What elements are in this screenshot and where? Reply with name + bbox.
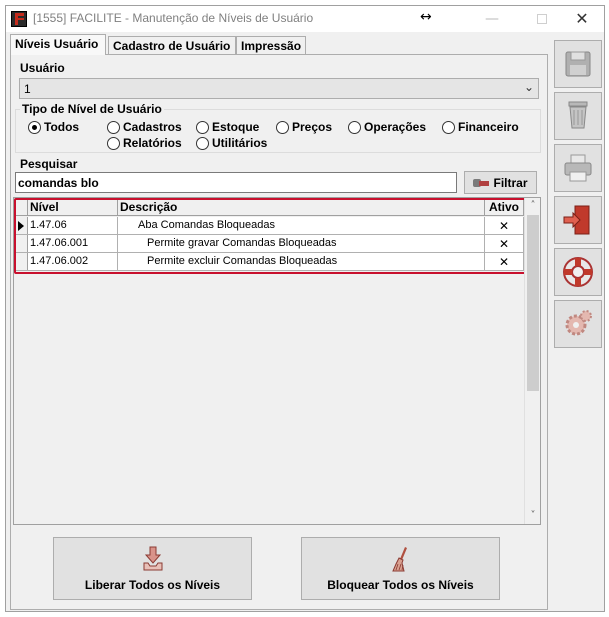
settings-gear-icon bbox=[565, 310, 592, 336]
bloquear-todos-label: Bloquear Todos os Níveis bbox=[327, 578, 474, 592]
right-toolbar bbox=[552, 34, 604, 611]
help-lifebuoy-icon bbox=[563, 257, 593, 287]
niveis-usuario-panel: Usuário 1 ⌄ Tipo de Nível de Usuário Tod… bbox=[10, 54, 548, 610]
current-row-arrow-icon bbox=[18, 221, 24, 231]
row-indicator bbox=[14, 253, 28, 270]
minimize-button[interactable]: — bbox=[482, 10, 502, 28]
radio-operacoes[interactable]: Operações bbox=[348, 120, 426, 134]
radio-label: Preços bbox=[292, 120, 333, 134]
radio-label: Estoque bbox=[212, 120, 260, 134]
radio-label: Operações bbox=[364, 120, 427, 134]
exit-icon bbox=[563, 205, 590, 235]
maximize-icon bbox=[537, 14, 547, 24]
tipo-nivel-group: Tipo de Nível de Usuário Todos Cadastros… bbox=[15, 102, 541, 153]
radio-unchecked-icon bbox=[107, 136, 120, 150]
radio-utilitarios[interactable]: Utilitários bbox=[196, 136, 267, 150]
usuario-selected-value: 1 bbox=[24, 82, 31, 96]
radio-unchecked-icon bbox=[196, 120, 209, 134]
usuario-select[interactable]: 1 ⌄ bbox=[19, 78, 539, 99]
facilite-logo-icon bbox=[11, 11, 27, 27]
pesquisar-input[interactable]: comandas blo bbox=[15, 172, 457, 193]
radio-label: Utilitários bbox=[212, 136, 268, 150]
help-button[interactable] bbox=[554, 248, 602, 296]
column-header-ativo[interactable]: Ativo bbox=[485, 198, 524, 215]
radio-label: Relatórios bbox=[123, 136, 182, 150]
filter-icon bbox=[473, 177, 490, 189]
tab-impressao[interactable]: Impressão bbox=[236, 36, 306, 54]
cell-descricao[interactable]: Aba Comandas Bloqueadas bbox=[118, 217, 485, 234]
scroll-down-icon[interactable]: ˅ bbox=[525, 508, 541, 524]
table-row[interactable]: 1.47.06.002 Permite excluir Comandas Blo… bbox=[14, 253, 524, 271]
resize-icon: ↔ bbox=[420, 9, 432, 25]
delete-button[interactable] bbox=[554, 92, 602, 140]
radio-label: Todos bbox=[44, 120, 80, 134]
broom-icon bbox=[391, 547, 407, 572]
radio-label: Cadastros bbox=[123, 120, 182, 134]
filtrar-label: Filtrar bbox=[493, 175, 528, 190]
printer-icon bbox=[564, 154, 592, 182]
column-header-descricao[interactable]: Descrição bbox=[118, 198, 485, 215]
tipo-nivel-legend: Tipo de Nível de Usuário bbox=[20, 102, 164, 116]
grid-header: Nível Descrição Ativo bbox=[14, 198, 524, 216]
table-row[interactable]: 1.47.06 Aba Comandas Bloqueadas ✕ bbox=[14, 217, 524, 235]
cell-nivel[interactable]: 1.47.06.001 bbox=[28, 235, 118, 252]
radio-estoque[interactable]: Estoque bbox=[196, 120, 259, 134]
close-button[interactable]: ✕ bbox=[572, 10, 592, 28]
cell-descricao[interactable]: Permite excluir Comandas Bloqueadas bbox=[118, 253, 485, 270]
radio-unchecked-icon bbox=[442, 120, 455, 134]
trash-icon bbox=[568, 101, 588, 129]
scroll-thumb[interactable] bbox=[527, 215, 539, 391]
save-icon bbox=[565, 51, 591, 77]
bloquear-todos-button[interactable]: Bloquear Todos os Níveis bbox=[301, 537, 500, 600]
filtrar-button[interactable]: Filtrar bbox=[464, 171, 537, 194]
radio-precos[interactable]: Preços bbox=[276, 120, 332, 134]
exit-button[interactable] bbox=[554, 196, 602, 244]
liberar-todos-button[interactable]: Liberar Todos os Níveis bbox=[53, 537, 252, 600]
print-button[interactable] bbox=[554, 144, 602, 192]
row-indicator bbox=[14, 217, 28, 234]
download-tray-icon bbox=[143, 546, 162, 571]
cell-ativo[interactable]: ✕ bbox=[485, 235, 524, 252]
cell-ativo[interactable]: ✕ bbox=[485, 253, 524, 270]
grid-indicator-header bbox=[14, 198, 28, 215]
tab-niveis-usuario[interactable]: Níveis Usuário bbox=[10, 34, 106, 55]
radio-unchecked-icon bbox=[107, 120, 120, 134]
grid-vertical-scrollbar[interactable]: ˄ ˅ bbox=[524, 198, 540, 524]
radio-unchecked-icon bbox=[196, 136, 209, 150]
radio-unchecked-icon bbox=[348, 120, 361, 134]
pesquisar-value: comandas blo bbox=[18, 176, 99, 190]
tab-cadastro-usuario[interactable]: Cadastro de Usuário bbox=[108, 36, 236, 54]
row-indicator bbox=[14, 235, 28, 252]
app-window: [1555] FACILITE - Manutenção de Níveis d… bbox=[5, 5, 605, 612]
title-bar: [1555] FACILITE - Manutenção de Níveis d… bbox=[6, 6, 604, 32]
radio-label: Financeiro bbox=[458, 120, 519, 134]
liberar-todos-label: Liberar Todos os Níveis bbox=[84, 578, 221, 592]
chevron-down-icon: ⌄ bbox=[523, 80, 534, 94]
radio-unchecked-icon bbox=[276, 120, 289, 134]
niveis-grid[interactable]: Nível Descrição Ativo 1.47.06 Aba Comand… bbox=[13, 197, 541, 525]
cell-ativo[interactable]: ✕ bbox=[485, 217, 524, 234]
scroll-up-icon[interactable]: ˄ bbox=[525, 198, 541, 214]
cell-descricao[interactable]: Permite gravar Comandas Bloqueadas bbox=[118, 235, 485, 252]
cell-nivel[interactable]: 1.47.06.002 bbox=[28, 253, 118, 270]
radio-checked-icon bbox=[28, 120, 41, 134]
radio-todos[interactable]: Todos bbox=[28, 120, 79, 134]
maximize-button[interactable] bbox=[532, 10, 552, 28]
window-title: [1555] FACILITE - Manutenção de Níveis d… bbox=[33, 11, 314, 25]
radio-financeiro[interactable]: Financeiro bbox=[442, 120, 519, 134]
table-row[interactable]: 1.47.06.001 Permite gravar Comandas Bloq… bbox=[14, 235, 524, 253]
usuario-label: Usuário bbox=[20, 61, 65, 75]
cell-nivel[interactable]: 1.47.06 bbox=[28, 217, 118, 234]
column-header-nivel[interactable]: Nível bbox=[28, 198, 118, 215]
radio-cadastros[interactable]: Cadastros bbox=[107, 120, 182, 134]
save-button[interactable] bbox=[554, 40, 602, 88]
pesquisar-label: Pesquisar bbox=[20, 157, 78, 171]
radio-relatorios[interactable]: Relatórios bbox=[107, 136, 182, 150]
settings-button[interactable] bbox=[554, 300, 602, 348]
